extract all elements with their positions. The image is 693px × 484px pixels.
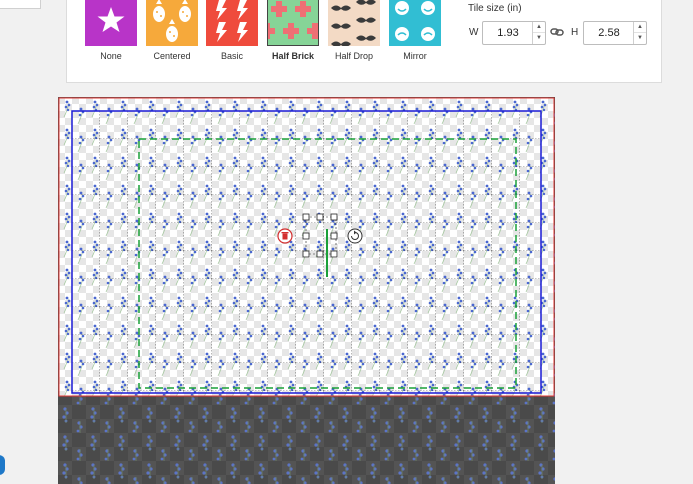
- tile-thumb-half-drop: [328, 0, 380, 46]
- link-icon[interactable]: [550, 26, 564, 38]
- tile-thumb-centered: [146, 0, 198, 46]
- lightning-icon: [216, 0, 248, 42]
- width-stepper[interactable]: 1.93 ▲ ▼: [482, 21, 546, 45]
- width-decrement-button[interactable]: ▼: [533, 33, 545, 44]
- tile-option-mirror[interactable]: Mirror: [388, 0, 442, 61]
- mustache-icon: [331, 0, 376, 46]
- tile-label-mirror: Mirror: [403, 51, 427, 61]
- smiley-icon: [395, 1, 435, 41]
- tile-thumb-basic: [206, 0, 258, 46]
- tile-label-basic: Basic: [220, 51, 243, 61]
- height-label: H: [571, 27, 579, 38]
- resize-handle-top[interactable]: [316, 213, 324, 221]
- design-canvas[interactable]: [58, 97, 555, 484]
- height-decrement-button[interactable]: ▼: [634, 33, 646, 44]
- resize-handle-right[interactable]: [330, 232, 338, 240]
- tile-option-centered[interactable]: Centered: [145, 0, 199, 61]
- resize-handle-left[interactable]: [302, 232, 310, 240]
- width-input[interactable]: 1.93: [483, 22, 533, 44]
- tile-label-half-brick: Half Brick: [271, 51, 315, 61]
- height-stepper[interactable]: 2.58 ▲ ▼: [583, 21, 647, 45]
- tile-label-half-drop: Half Drop: [334, 51, 373, 61]
- scroll-indicator-button[interactable]: [0, 455, 5, 475]
- tile-option-none[interactable]: None: [84, 0, 138, 61]
- tile-label-none: None: [100, 51, 122, 61]
- resize-handle-top-right[interactable]: [330, 213, 338, 221]
- tile-option-half-drop[interactable]: Half Drop: [327, 0, 381, 61]
- tile-option-basic[interactable]: Basic: [205, 0, 259, 61]
- pineapple-icon: [153, 0, 191, 42]
- height-increment-button[interactable]: ▲: [634, 22, 646, 33]
- resize-handle-bottom-right[interactable]: [330, 250, 338, 258]
- width-label: W: [469, 27, 479, 38]
- tile-thumb-mirror: [389, 0, 441, 46]
- trash-icon[interactable]: [277, 228, 293, 244]
- tile-option-half-brick[interactable]: Half Brick: [266, 0, 320, 61]
- tile-thumb-half-brick: [267, 0, 319, 46]
- cross-pattern-icon: [268, 1, 318, 39]
- tile-thumb-none: [85, 0, 137, 46]
- height-stepper-buttons: ▲ ▼: [633, 22, 646, 44]
- rotate-icon[interactable]: [347, 228, 363, 244]
- width-increment-button[interactable]: ▲: [533, 22, 545, 33]
- tile-settings-panel: None Centered Basic Half Brick Half Drop…: [66, 0, 662, 83]
- width-stepper-buttons: ▲ ▼: [532, 22, 545, 44]
- resize-handle-top-left[interactable]: [302, 213, 310, 221]
- sidebar-edge: [0, 0, 41, 9]
- resize-handle-bottom-left[interactable]: [302, 250, 310, 258]
- tile-label-centered: Centered: [153, 51, 191, 61]
- star-icon: [97, 7, 125, 32]
- resize-handle-bottom[interactable]: [316, 250, 324, 258]
- canvas-svg: [58, 97, 555, 484]
- tile-size-title: Tile size (in): [468, 3, 522, 14]
- height-input[interactable]: 2.58: [584, 22, 634, 44]
